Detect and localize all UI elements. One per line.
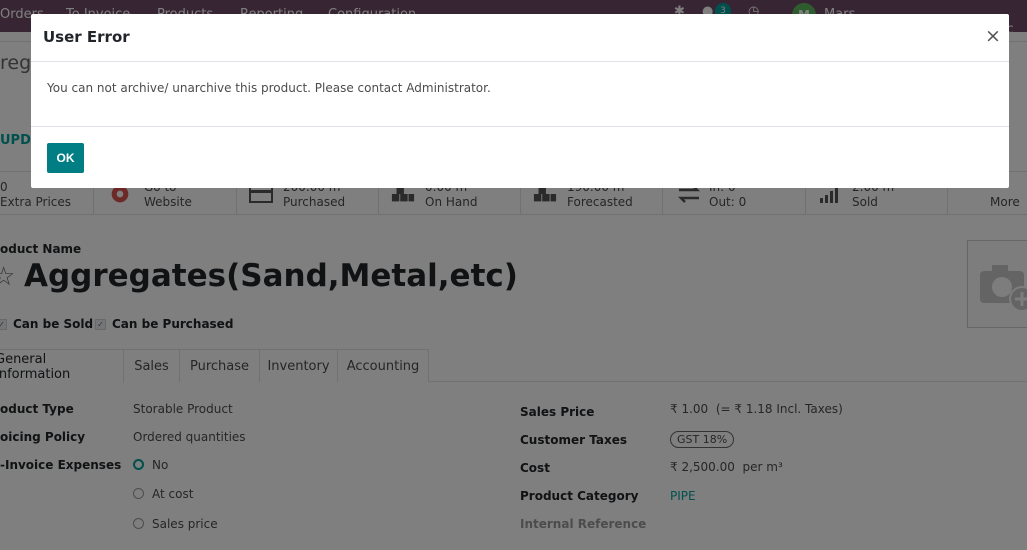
error-message: You can not archive/ unarchive this prod… bbox=[47, 81, 491, 95]
close-icon[interactable]: × bbox=[985, 25, 1001, 47]
modal-header: User Error × bbox=[31, 14, 1009, 62]
modal-footer-divider bbox=[31, 126, 1009, 127]
ok-button[interactable]: OK bbox=[47, 143, 84, 173]
user-error-dialog: User Error × You can not archive/ unarch… bbox=[31, 14, 1009, 188]
modal-title: User Error bbox=[43, 28, 130, 46]
